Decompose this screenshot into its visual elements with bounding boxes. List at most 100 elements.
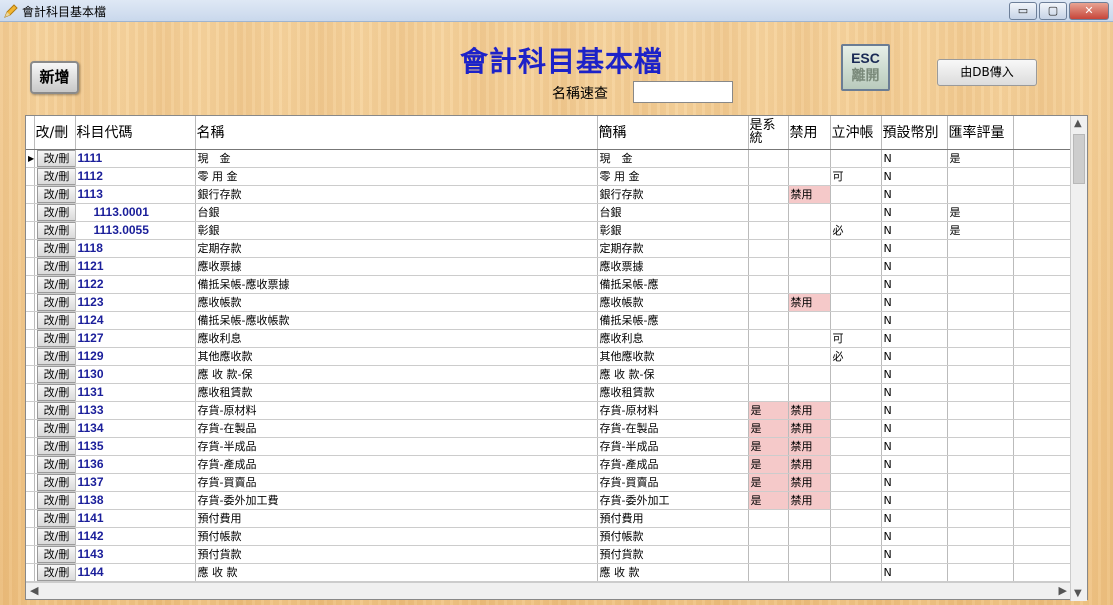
disabled-cell[interactable] bbox=[788, 239, 831, 258]
account-code[interactable]: 1142 bbox=[75, 527, 196, 546]
currency-cell[interactable]: N bbox=[881, 419, 948, 438]
row-selector[interactable] bbox=[26, 311, 35, 330]
header-edit[interactable]: 改/刪 bbox=[34, 116, 76, 150]
account-code[interactable]: 1111 bbox=[75, 149, 196, 168]
account-code[interactable]: 1137 bbox=[75, 473, 196, 492]
currency-cell[interactable]: N bbox=[881, 149, 948, 168]
account-short-name[interactable]: 存貨-委外加工 bbox=[597, 491, 749, 510]
edit-delete-button[interactable]: 改/刪 bbox=[36, 491, 74, 508]
account-code[interactable]: 1121 bbox=[75, 257, 196, 276]
edit-delete-button[interactable]: 改/刪 bbox=[36, 239, 74, 256]
is-system-cell[interactable] bbox=[748, 293, 789, 312]
is-system-cell[interactable]: 是 bbox=[748, 491, 789, 510]
filler-cell[interactable] bbox=[1013, 293, 1071, 312]
edit-cell[interactable]: 改/刪 bbox=[34, 311, 76, 330]
edit-delete-button[interactable]: 改/刪 bbox=[36, 473, 74, 490]
filler-cell[interactable] bbox=[1013, 329, 1071, 348]
edit-delete-button[interactable]: 改/刪 bbox=[36, 563, 74, 580]
edit-delete-button[interactable]: 改/刪 bbox=[36, 257, 74, 274]
row-selector[interactable] bbox=[26, 365, 35, 384]
filler-cell[interactable] bbox=[1013, 509, 1071, 528]
row-selector[interactable] bbox=[26, 203, 35, 222]
offset-cell[interactable] bbox=[830, 401, 882, 420]
filler-cell[interactable] bbox=[1013, 527, 1071, 546]
rate-cell[interactable] bbox=[947, 329, 1014, 348]
account-name[interactable]: 零 用 金 bbox=[195, 167, 598, 186]
offset-cell[interactable] bbox=[830, 473, 882, 492]
disabled-cell[interactable] bbox=[788, 347, 831, 366]
exit-button[interactable]: ESC 離開 bbox=[841, 44, 890, 91]
account-code[interactable]: 1124 bbox=[75, 311, 196, 330]
disabled-cell[interactable] bbox=[788, 275, 831, 294]
offset-cell[interactable] bbox=[830, 509, 882, 528]
currency-cell[interactable]: N bbox=[881, 437, 948, 456]
disabled-cell[interactable] bbox=[788, 221, 831, 240]
edit-delete-button[interactable]: 改/刪 bbox=[36, 509, 74, 526]
edit-delete-button[interactable]: 改/刪 bbox=[36, 185, 74, 202]
edit-delete-button[interactable]: 改/刪 bbox=[36, 275, 74, 292]
edit-cell[interactable]: 改/刪 bbox=[34, 329, 76, 348]
offset-cell[interactable] bbox=[830, 365, 882, 384]
table-row[interactable]: 改/刪 1113 銀行存款 銀行存款 禁用 N bbox=[26, 185, 1071, 204]
row-selector[interactable] bbox=[26, 383, 35, 402]
account-code[interactable]: 1136 bbox=[75, 455, 196, 474]
offset-cell[interactable] bbox=[830, 563, 882, 582]
account-name[interactable]: 預付帳款 bbox=[195, 527, 598, 546]
horizontal-scrollbar[interactable]: ◀ ▶ bbox=[26, 582, 1071, 599]
rate-cell[interactable]: 是 bbox=[947, 221, 1014, 240]
edit-cell[interactable]: 改/刪 bbox=[34, 527, 76, 546]
account-short-name[interactable]: 其他應收款 bbox=[597, 347, 749, 366]
row-selector[interactable] bbox=[26, 401, 35, 420]
edit-delete-button[interactable]: 改/刪 bbox=[36, 401, 74, 418]
account-code[interactable]: 1135 bbox=[75, 437, 196, 456]
account-code[interactable]: 1127 bbox=[75, 329, 196, 348]
disabled-cell[interactable]: 禁用 bbox=[788, 419, 831, 438]
disabled-cell[interactable]: 禁用 bbox=[788, 455, 831, 474]
account-short-name[interactable]: 備抵呆帳-應 bbox=[597, 275, 749, 294]
offset-cell[interactable] bbox=[830, 239, 882, 258]
edit-cell[interactable]: 改/刪 bbox=[34, 491, 76, 510]
offset-cell[interactable] bbox=[830, 545, 882, 564]
is-system-cell[interactable] bbox=[748, 329, 789, 348]
table-row[interactable]: 改/刪 1129 其他應收款 其他應收款必 N bbox=[26, 347, 1071, 366]
offset-cell[interactable] bbox=[830, 275, 882, 294]
account-short-name[interactable]: 應收利息 bbox=[597, 329, 749, 348]
is-system-cell[interactable] bbox=[748, 203, 789, 222]
account-name[interactable]: 彰銀 bbox=[195, 221, 598, 240]
filler-cell[interactable] bbox=[1013, 419, 1071, 438]
table-row[interactable]: 改/刪 1144 應 收 款應 收 款N bbox=[26, 563, 1071, 582]
currency-cell[interactable]: N bbox=[881, 203, 948, 222]
currency-cell[interactable]: N bbox=[881, 347, 948, 366]
account-code[interactable]: 1133 bbox=[75, 401, 196, 420]
edit-delete-button[interactable]: 改/刪 bbox=[36, 221, 74, 238]
is-system-cell[interactable]: 是 bbox=[748, 419, 789, 438]
edit-cell[interactable]: 改/刪 bbox=[34, 383, 76, 402]
disabled-cell[interactable] bbox=[788, 509, 831, 528]
offset-cell[interactable] bbox=[830, 437, 882, 456]
account-short-name[interactable]: 應 收 款 bbox=[597, 563, 749, 582]
account-short-name[interactable]: 定期存款 bbox=[597, 239, 749, 258]
table-row[interactable]: 改/刪 1134 存貨-在製品 存貨-在製品是禁用 N bbox=[26, 419, 1071, 438]
account-name[interactable]: 備抵呆帳-應收帳款 bbox=[195, 311, 598, 330]
edit-delete-button[interactable]: 改/刪 bbox=[36, 149, 74, 166]
header-code[interactable]: 科目代碼 bbox=[75, 116, 196, 150]
is-system-cell[interactable] bbox=[748, 527, 789, 546]
edit-delete-button[interactable]: 改/刪 bbox=[36, 311, 74, 328]
rate-cell[interactable] bbox=[947, 347, 1014, 366]
row-selector[interactable] bbox=[26, 239, 35, 258]
scrollbar-thumb[interactable] bbox=[1073, 134, 1085, 184]
row-selector[interactable] bbox=[26, 419, 35, 438]
currency-cell[interactable]: N bbox=[881, 293, 948, 312]
disabled-cell[interactable]: 禁用 bbox=[788, 491, 831, 510]
disabled-cell[interactable] bbox=[788, 527, 831, 546]
filler-cell[interactable] bbox=[1013, 473, 1071, 492]
currency-cell[interactable]: N bbox=[881, 455, 948, 474]
edit-cell[interactable]: 改/刪 bbox=[34, 275, 76, 294]
filler-cell[interactable] bbox=[1013, 275, 1071, 294]
account-short-name[interactable]: 預付貨款 bbox=[597, 545, 749, 564]
vertical-scrollbar[interactable]: ▲ ▼ bbox=[1070, 116, 1087, 601]
account-name[interactable]: 應收租賃款 bbox=[195, 383, 598, 402]
edit-delete-button[interactable]: 改/刪 bbox=[36, 347, 74, 364]
row-selector[interactable] bbox=[26, 185, 35, 204]
filler-cell[interactable] bbox=[1013, 203, 1071, 222]
